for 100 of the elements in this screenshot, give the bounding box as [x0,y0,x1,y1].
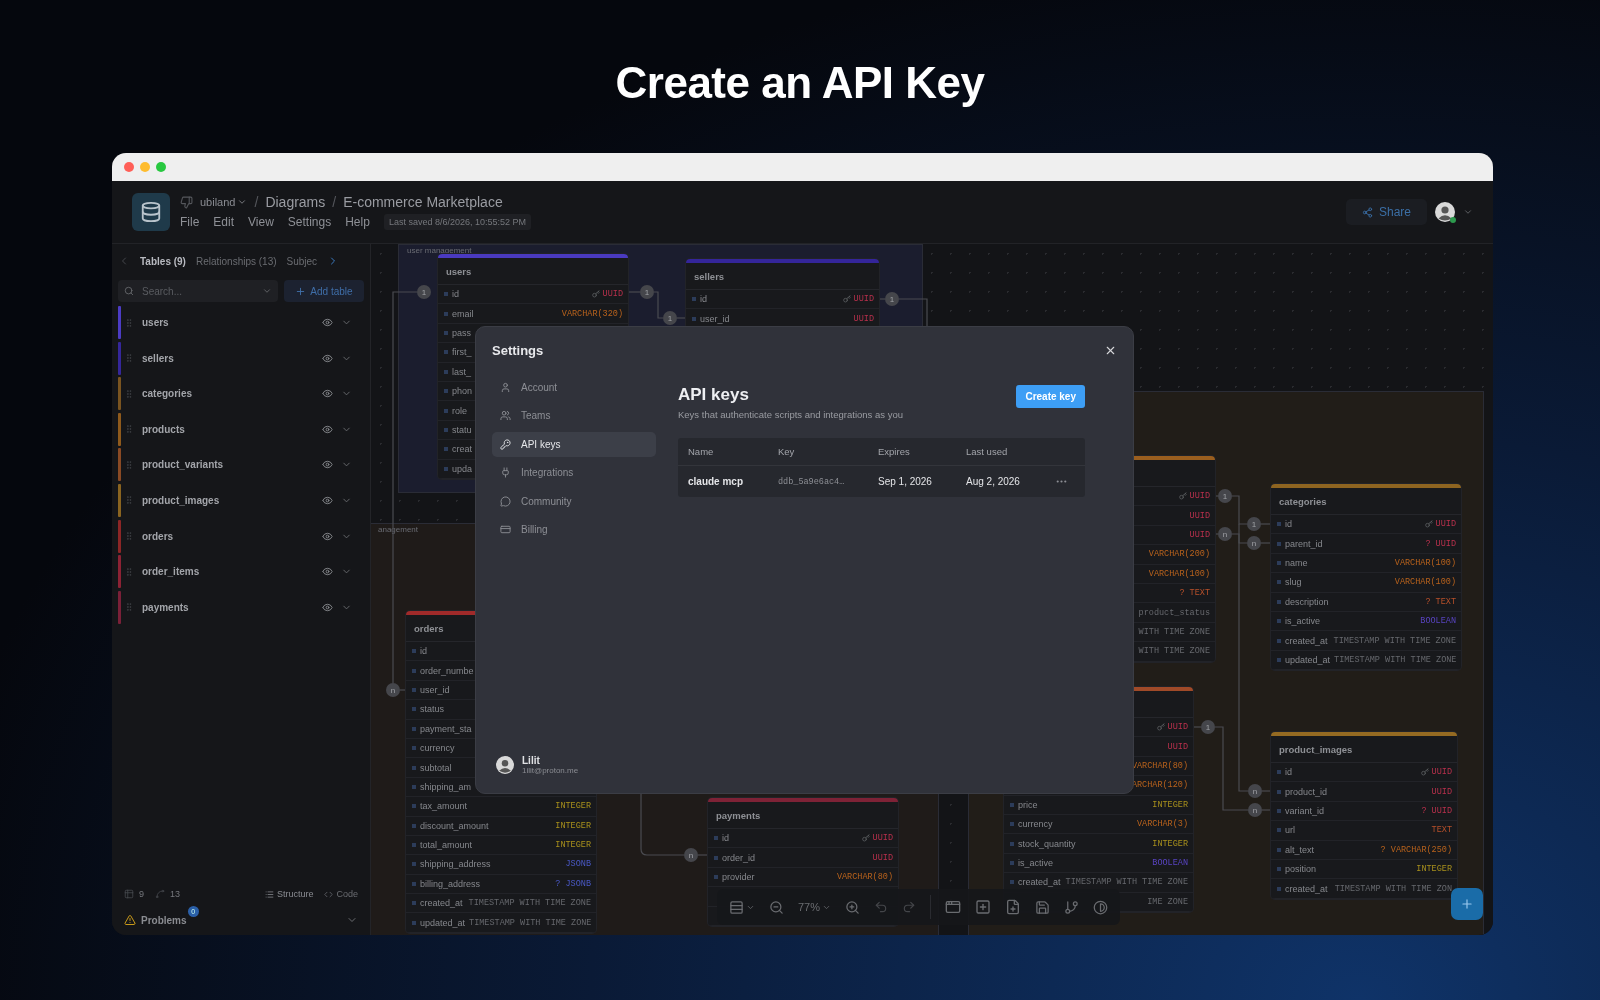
table-list-item[interactable]: product_images [118,483,366,517]
search-field[interactable]: Search... [118,280,278,302]
drag-handle-icon[interactable] [124,424,134,435]
table-cell-text: ddb_5a9e6ac4… [777,475,846,489]
table-list-item[interactable]: product_variants [118,448,366,482]
add-table-icon[interactable] [945,899,962,915]
sidebar-tab[interactable]: Tables (9) [140,255,186,267]
theme-toggle-icon[interactable] [1093,899,1109,915]
settings-nav-item[interactable]: API keys [492,431,656,457]
branch-icon[interactable] [1064,899,1080,915]
eye-icon[interactable] [322,352,333,364]
chevron-down-icon[interactable] [1463,207,1473,217]
column-name: shipping_address [420,859,491,870]
column-type: UUID [602,289,623,300]
eye-icon[interactable] [322,566,333,578]
drag-handle-icon[interactable] [124,388,134,399]
eye-icon[interactable] [322,423,333,435]
drag-handle-icon[interactable] [124,602,134,613]
table-list-item[interactable]: users [118,306,366,339]
column-type: TIMESTAMP WITH TIME ZON [1334,883,1452,894]
column-type: VARCHAR(80) [1131,760,1188,771]
minimize-window-button[interactable] [140,162,150,172]
drag-handle-icon[interactable] [124,531,134,542]
settings-nav-item[interactable]: Community [492,488,656,514]
settings-nav-item[interactable]: Integrations [492,460,656,486]
drag-handle-icon[interactable] [124,353,134,364]
drag-handle-icon[interactable] [124,459,134,470]
table-list-item[interactable]: order_items [118,555,366,589]
zoom-level-dropdown[interactable]: 77% [798,901,832,913]
relationship-line [399,689,407,691]
column-name: created_at [1018,877,1061,888]
area-label: user management [407,246,472,255]
people-icon [500,410,511,422]
settings-nav-item[interactable]: Account [492,375,656,400]
menu-item[interactable]: Edit [213,215,235,229]
column-type: ? UUID [1421,805,1452,816]
column-type: UUID [1189,491,1210,502]
eye-icon[interactable] [322,317,333,328]
share-button[interactable]: Share [1345,199,1427,225]
menu-item[interactable]: View [248,215,274,229]
drag-handle-icon[interactable] [124,566,134,577]
workspace-switcher[interactable]: ubiland [200,196,248,208]
add-note-icon[interactable] [1005,899,1022,915]
add-button[interactable] [1451,888,1483,920]
add-table-button[interactable]: Add table [284,280,364,302]
undo-icon[interactable] [874,900,889,914]
view-mode-toggle[interactable]: Structure [264,889,314,899]
menu-item[interactable]: Settings [287,215,332,229]
drag-handle-icon[interactable] [124,317,134,328]
column-type: WITH TIME ZONE [1138,646,1210,657]
zoom-out-icon[interactable] [769,899,784,915]
close-window-button[interactable] [124,162,134,172]
zoom-in-icon[interactable] [845,899,861,915]
breadcrumb-link[interactable]: E-commerce Marketplace [343,194,503,210]
eye-icon[interactable] [322,388,333,400]
column-name: user_id [700,313,730,324]
rows-icon[interactable] [729,899,744,915]
credit-card-icon [500,523,511,535]
sidebar-tab[interactable]: Subjec [286,255,318,267]
table-list-item[interactable]: orders [118,519,366,553]
column-type: VARCHAR(100) [1148,568,1210,579]
breadcrumb-link[interactable]: Diagrams [265,194,326,210]
logo-icon [132,193,170,231]
column-type: TIMESTAMP WITH TIME ZONE [1333,635,1456,646]
column-type: ? VARCHAR(250) [1380,844,1452,855]
close-button[interactable] [1104,344,1117,357]
drag-handle-icon[interactable] [124,495,134,506]
column-type: UUID [1431,767,1452,778]
column-type: UUID [1189,510,1210,521]
settings-nav-item[interactable]: Billing [492,516,656,542]
column-type: WITH TIME ZONE [1138,626,1210,637]
save-icon[interactable] [1035,899,1051,915]
column-name: is_active [1285,616,1320,627]
relationship-line [1260,542,1272,544]
table-list-item[interactable]: payments [118,590,366,624]
settings-nav-item[interactable]: Teams [492,403,656,429]
eye-icon[interactable] [322,530,333,542]
search-input[interactable]: Search... [140,284,256,298]
column-name: id [700,294,707,305]
table-list-item[interactable]: sellers [118,341,366,375]
maximize-window-button[interactable] [156,162,166,172]
table-icon [124,889,134,899]
eye-icon[interactable] [322,601,333,613]
column-type: INTEGER [555,820,591,831]
redo-icon[interactable] [902,900,917,914]
add-area-icon[interactable] [975,899,992,915]
person-icon [500,382,511,393]
eye-icon[interactable] [322,494,333,506]
table-list-item[interactable]: products [118,412,366,446]
sidebar-tab[interactable]: Relationships (13) [195,255,277,267]
dialog-title: Settings [492,343,544,358]
view-mode-toggle[interactable]: Code [324,889,358,899]
eye-icon[interactable] [322,459,333,471]
column-header: Key [768,438,868,466]
table-list-item[interactable]: categories [118,377,366,411]
column-name: currency [420,743,455,754]
menu-item[interactable]: File [180,215,200,229]
table-name: products [142,423,186,435]
user-avatar[interactable] [1435,202,1455,222]
menu-item[interactable]: Help [345,215,370,229]
